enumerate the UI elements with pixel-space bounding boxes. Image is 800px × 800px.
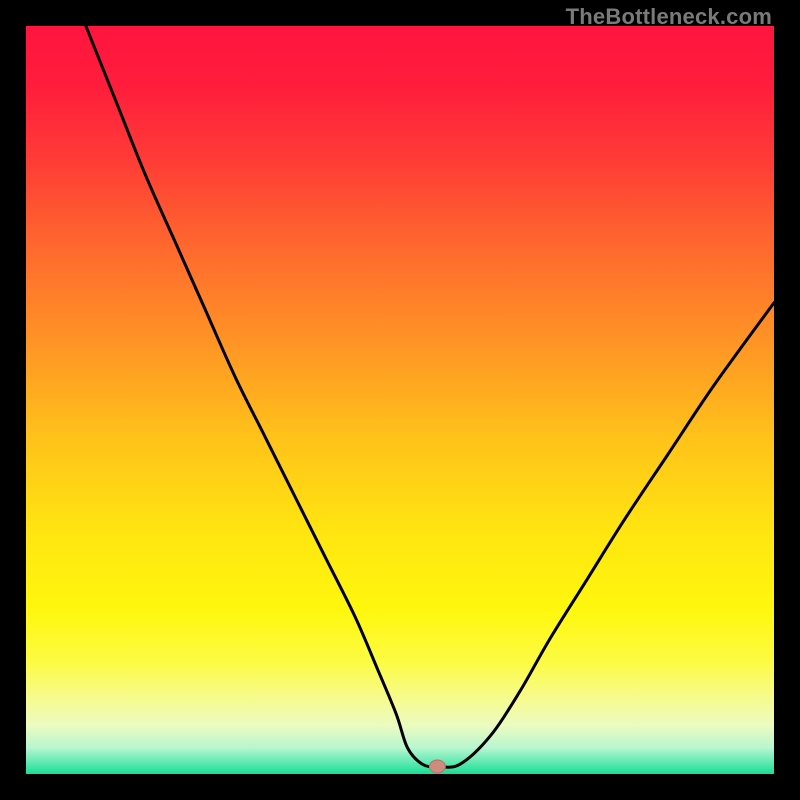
curve-layer: [26, 26, 774, 774]
bottleneck-curve: [86, 26, 774, 767]
watermark-text: TheBottleneck.com: [566, 4, 772, 30]
chart-frame: TheBottleneck.com: [0, 0, 800, 800]
optimum-marker-icon: [429, 760, 445, 773]
plot-area: [26, 26, 774, 774]
